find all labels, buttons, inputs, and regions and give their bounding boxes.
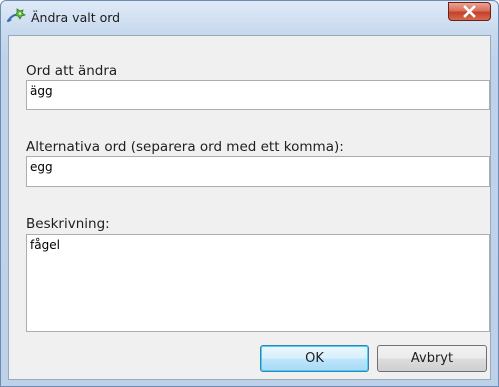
alternatives-input[interactable]: egg bbox=[26, 156, 490, 187]
description-textarea[interactable]: fågel bbox=[26, 234, 490, 332]
close-icon bbox=[449, 3, 490, 20]
description-label: Beskrivning: bbox=[26, 216, 110, 232]
alternatives-label: Alternativa ord (separera ord med ett ko… bbox=[26, 139, 344, 155]
title-bar[interactable]: Ändra valt ord bbox=[1, 1, 498, 33]
dialog-window: Ändra valt ord Ord att ändra ägg Alterna… bbox=[0, 0, 499, 387]
ok-button[interactable]: OK bbox=[260, 345, 369, 372]
word-label: Ord att ändra bbox=[26, 63, 118, 79]
word-input[interactable]: ägg bbox=[26, 80, 490, 110]
window-title: Ändra valt ord bbox=[31, 10, 121, 25]
cancel-button[interactable]: Avbryt bbox=[377, 345, 487, 372]
edit-word-icon bbox=[6, 7, 26, 25]
close-button[interactable] bbox=[448, 2, 491, 21]
